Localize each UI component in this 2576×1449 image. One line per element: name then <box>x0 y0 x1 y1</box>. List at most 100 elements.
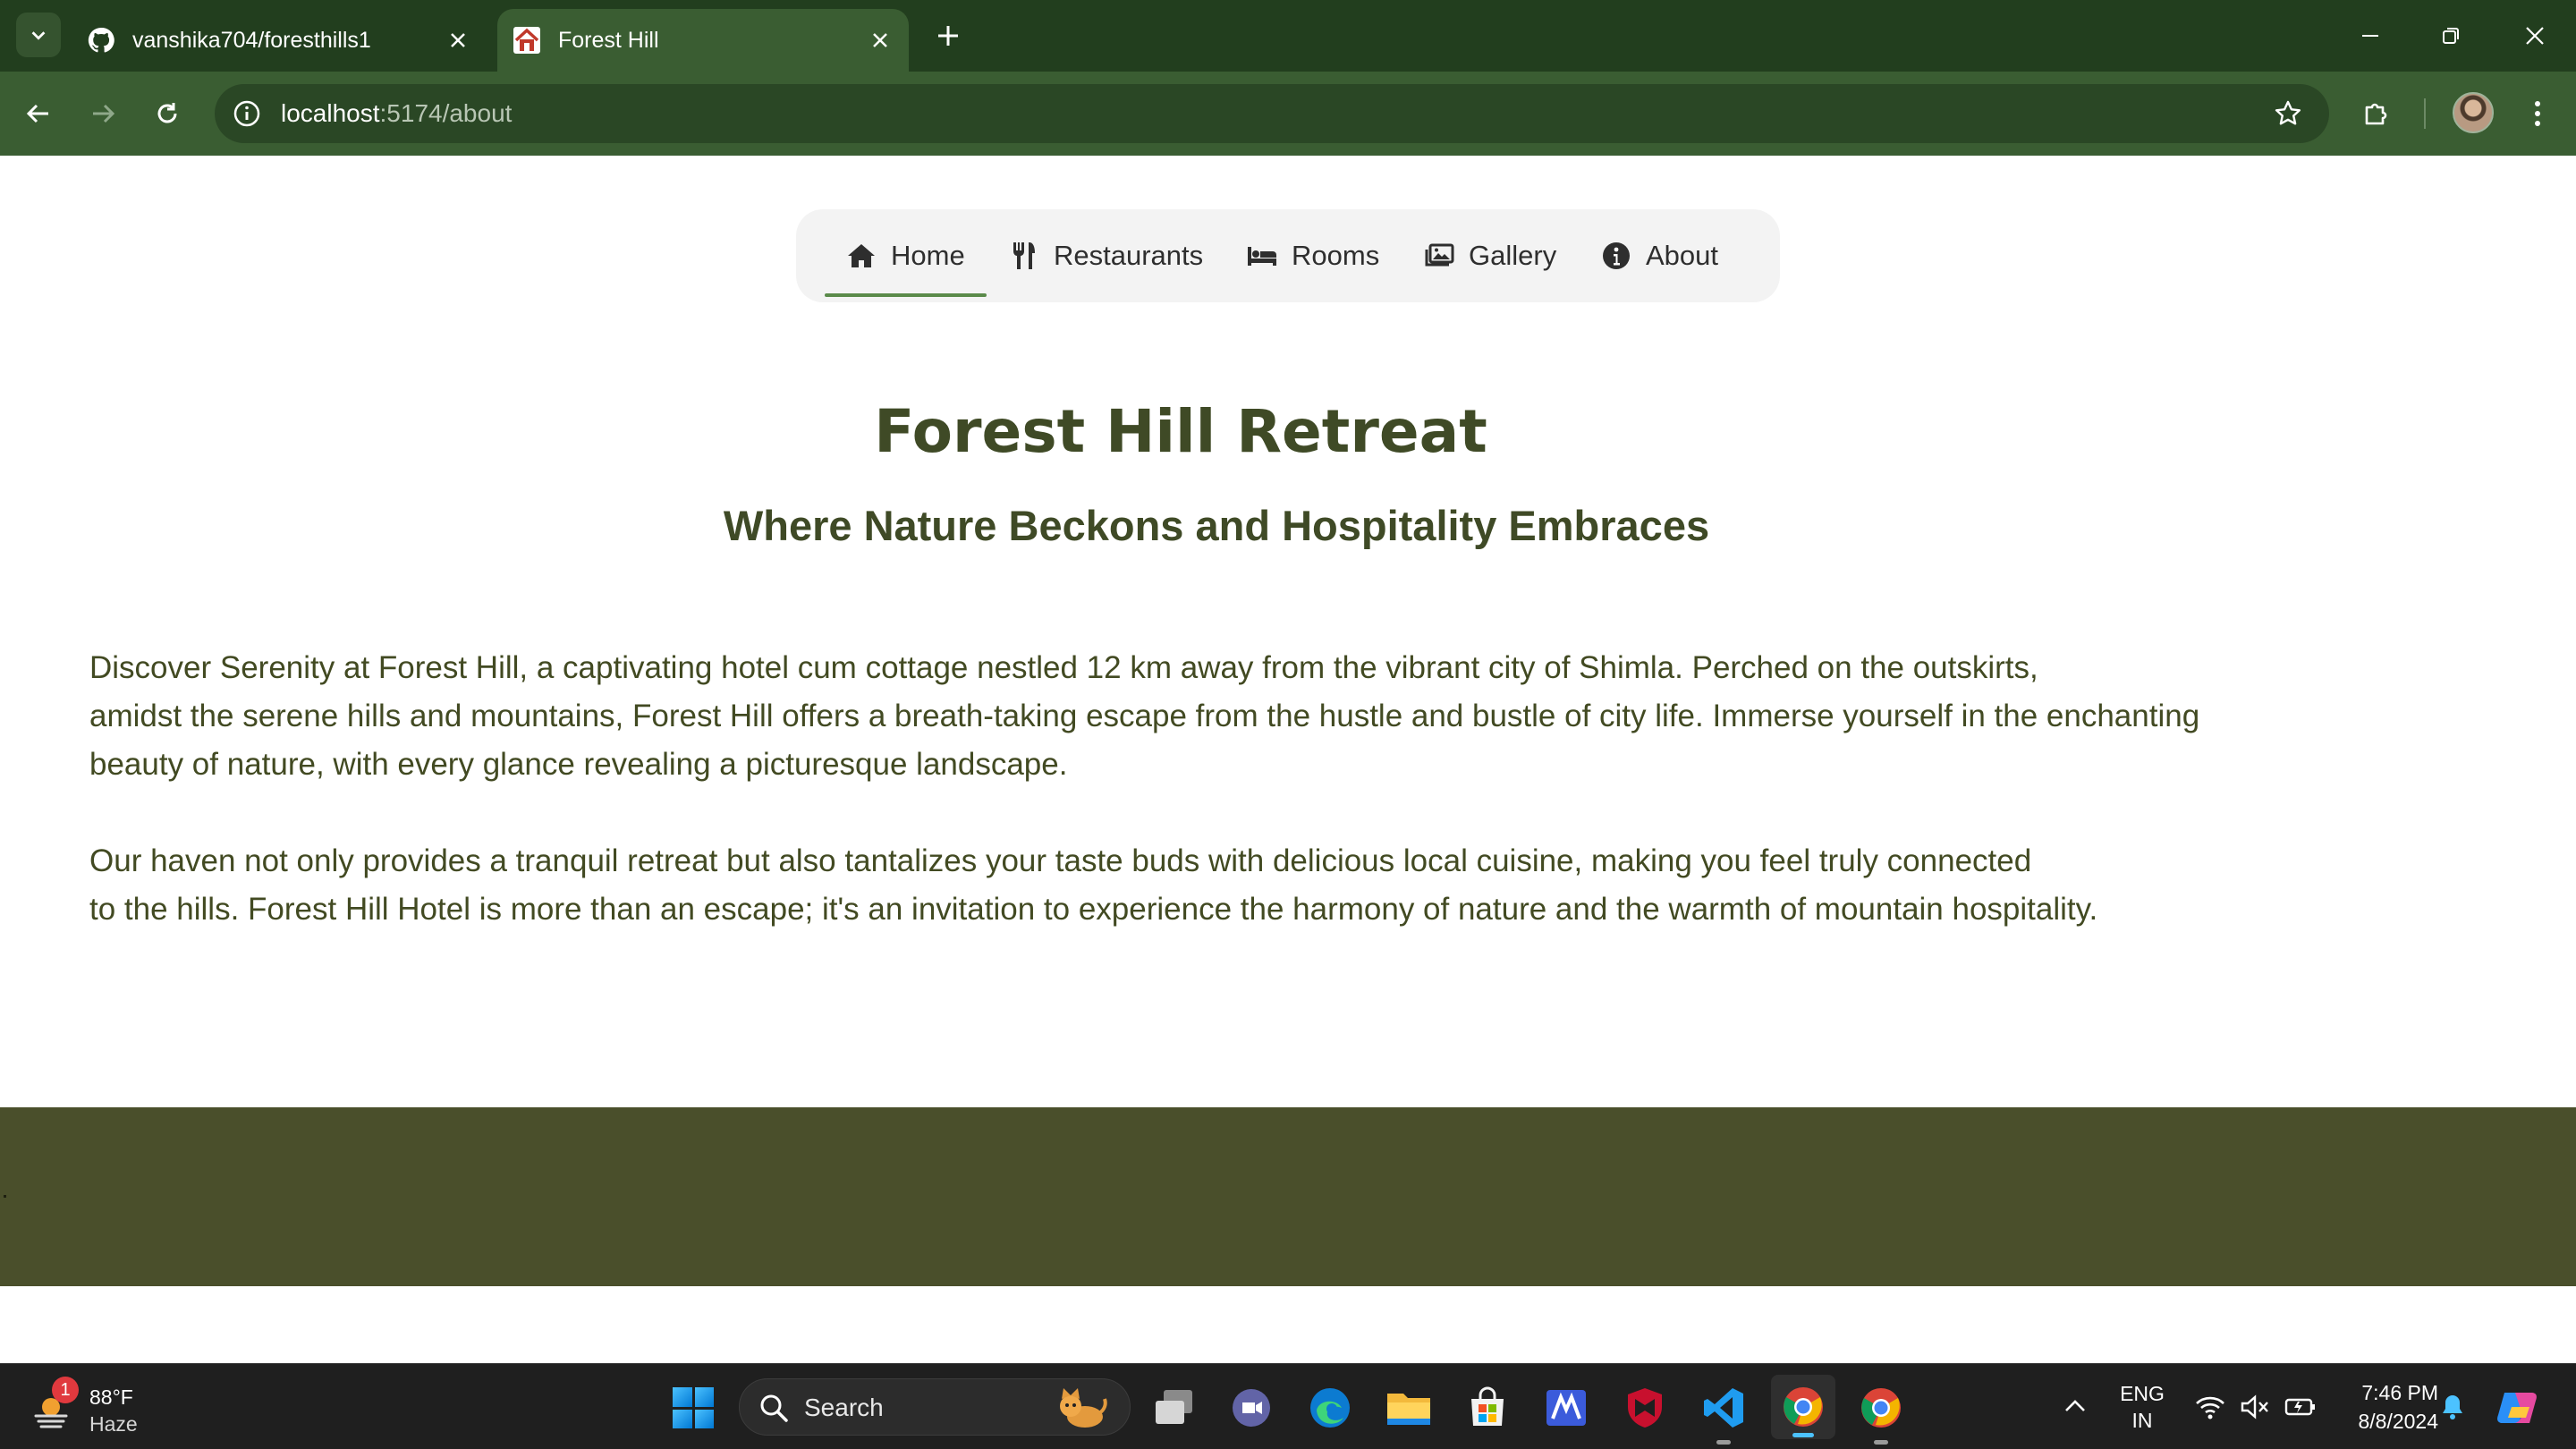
back-button[interactable] <box>18 93 59 134</box>
running-indicator <box>1716 1440 1731 1445</box>
windows-logo-tile <box>694 1387 714 1407</box>
address-bar[interactable]: localhost:5174/about <box>215 84 2329 143</box>
chrome-icon <box>1784 1387 1823 1427</box>
main-navbar: Home Restaurants Rooms Gallery About <box>796 209 1780 302</box>
tab-search-button[interactable] <box>16 13 61 57</box>
nav-item-label: Restaurants <box>1054 240 1204 271</box>
nav-item-label: Rooms <box>1292 240 1380 271</box>
url-path: :5174/about <box>379 99 513 127</box>
footer <box>0 1107 2576 1286</box>
extensions-button[interactable] <box>2356 93 2397 134</box>
reload-icon <box>157 103 177 123</box>
bookmark-star-icon[interactable] <box>2270 96 2306 131</box>
speaker-muted-icon <box>2241 1394 2268 1419</box>
about-paragraph-2: Our haven not only provides a tranquil r… <box>89 837 2361 934</box>
home-icon <box>846 241 877 271</box>
about-line: amidst the serene hills and mountains, F… <box>89 699 2200 733</box>
browser-tab-strip: vanshika704/foresthills1 Forest Hill <box>0 0 2576 72</box>
page-viewport: Home Restaurants Rooms Gallery About For… <box>0 156 2576 1363</box>
battery-icon <box>2284 1398 2315 1416</box>
clock-date: 8/8/2024 <box>2358 1410 2438 1433</box>
close-icon[interactable] <box>442 24 474 56</box>
taskbar-edge[interactable] <box>1306 1384 1354 1432</box>
kebab-menu-icon <box>2535 101 2540 126</box>
browser-toolbar: localhost:5174/about <box>0 72 2576 156</box>
profile-avatar[interactable] <box>2453 92 2494 133</box>
nav-item-restaurants[interactable]: Restaurants <box>1009 209 1203 302</box>
taskbar-mcafee[interactable] <box>1621 1384 1669 1432</box>
page-subtitle: Where Nature Beckons and Hospitality Emb… <box>723 502 1710 549</box>
app-m-icon <box>1546 1390 1586 1426</box>
search-label: Search <box>804 1394 884 1421</box>
nav-item-about[interactable]: About <box>1601 209 1718 302</box>
taskbar-store[interactable] <box>1463 1384 1512 1432</box>
nav-item-home[interactable]: Home <box>825 209 987 302</box>
restore-button[interactable] <box>2431 16 2470 55</box>
close-icon <box>2526 27 2544 45</box>
store-icon <box>1471 1386 1504 1426</box>
taskbar-app-m[interactable] <box>1542 1384 1590 1432</box>
system-tray[interactable] <box>2195 1391 2320 1423</box>
close-window-button[interactable] <box>2515 16 2555 55</box>
taskbar-file-explorer[interactable] <box>1385 1384 1433 1432</box>
bed-icon <box>1247 241 1277 271</box>
github-icon <box>86 25 116 55</box>
chrome-icon <box>1861 1388 1901 1428</box>
toolbar-divider <box>2424 98 2426 129</box>
url-host: localhost <box>281 99 380 127</box>
browser-menu-button[interactable] <box>2517 93 2558 134</box>
taskbar-chrome-active[interactable] <box>1771 1375 1835 1439</box>
windows-logo-tile <box>694 1409 714 1428</box>
tab-title: Forest Hill <box>558 27 659 53</box>
taskbar-chrome[interactable] <box>1857 1384 1905 1445</box>
close-icon[interactable] <box>864 24 896 56</box>
weather-widget[interactable]: 1 88°F Haze <box>27 1377 161 1439</box>
new-tab-button[interactable] <box>930 18 966 54</box>
search-icon <box>760 1394 788 1422</box>
about-line: to the hills. Forest Hill Hotel is more … <box>89 892 2098 927</box>
start-button[interactable] <box>673 1387 714 1428</box>
taskbar-vscode[interactable] <box>1699 1384 1748 1445</box>
tab-title: vanshika704/foresthills1 <box>132 27 371 53</box>
arrow-right-icon <box>93 104 115 123</box>
cat-illustration-icon <box>1060 1388 1107 1428</box>
taskbar-teams[interactable] <box>1227 1384 1275 1432</box>
browser-tab-forest-hill[interactable]: Forest Hill <box>497 9 909 72</box>
chat-icon <box>1233 1389 1270 1427</box>
system-clock[interactable]: 7:46 PM 8/8/2024 <box>2326 1378 2438 1436</box>
language-code: ENG <box>2120 1382 2165 1405</box>
nav-item-label: Home <box>891 240 965 271</box>
nav-item-gallery[interactable]: Gallery <box>1424 209 1556 302</box>
weather-temperature: 88°F <box>89 1385 133 1409</box>
vscode-icon <box>1704 1388 1743 1428</box>
about-paragraph-1: Discover Serenity at Forest Hill, a capt… <box>89 644 2361 789</box>
arrow-left-icon <box>26 104 48 123</box>
notification-badge: 1 <box>52 1377 79 1403</box>
browser-tab-github[interactable]: vanshika704/foresthills1 <box>72 9 487 72</box>
nav-item-rooms[interactable]: Rooms <box>1247 209 1379 302</box>
language-indicator[interactable]: ENG IN <box>2111 1380 2174 1434</box>
about-line: beauty of nature, with every glance reve… <box>89 747 1068 782</box>
site-info-icon[interactable] <box>229 96 265 131</box>
wifi-icon <box>2196 1396 2224 1419</box>
os-taskbar: 1 88°F Haze Search ENG IN 7:46 PM 8/8/20… <box>0 1363 2576 1449</box>
notification-bell-icon[interactable] <box>2438 1393 2467 1421</box>
url-text[interactable]: localhost:5174/about <box>281 84 512 143</box>
task-view-icon <box>1156 1390 1192 1424</box>
copilot-icon[interactable] <box>2496 1385 2540 1430</box>
house-icon <box>512 25 542 55</box>
taskbar-search[interactable]: Search <box>739 1378 1131 1436</box>
clock-time: 7:46 PM <box>2361 1381 2438 1404</box>
edge-icon <box>1310 1388 1350 1428</box>
chevron-up-icon[interactable] <box>2059 1391 2091 1423</box>
running-indicator <box>1874 1440 1888 1445</box>
puzzle-icon <box>2365 103 2387 125</box>
forward-button[interactable] <box>82 93 123 134</box>
folder-icon <box>1387 1394 1430 1425</box>
taskbar-task-view[interactable] <box>1150 1384 1199 1432</box>
info-icon <box>1601 241 1631 271</box>
reload-button[interactable] <box>147 93 188 134</box>
minimize-button[interactable] <box>2351 16 2390 55</box>
minimize-icon <box>2362 35 2378 37</box>
weather-condition: Haze <box>89 1412 138 1436</box>
